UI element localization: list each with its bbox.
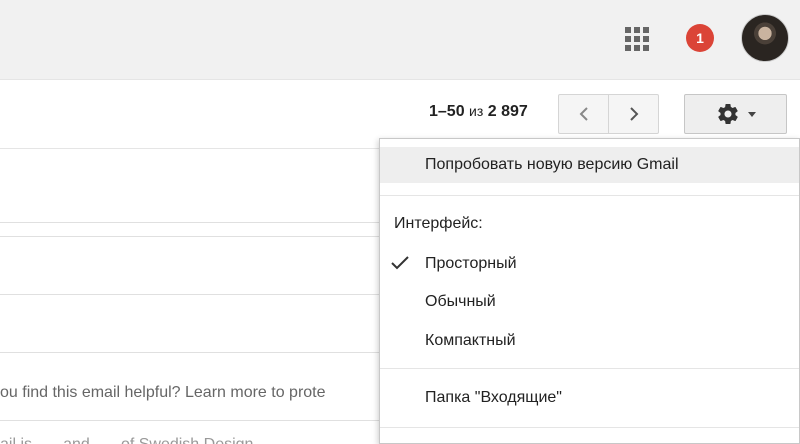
list-divider bbox=[0, 294, 380, 295]
menu-divider bbox=[380, 195, 799, 196]
list-divider bbox=[0, 420, 380, 421]
chevron-right-icon bbox=[629, 107, 638, 121]
chevron-left-icon bbox=[579, 107, 588, 121]
newer-button[interactable] bbox=[558, 94, 609, 134]
inbox-folder-item[interactable]: Папка "Входящие" bbox=[380, 386, 799, 410]
list-divider bbox=[0, 222, 380, 223]
pager-total: 2 897 bbox=[487, 103, 528, 120]
chevron-down-icon bbox=[747, 111, 756, 117]
email-snippet[interactable]: ail is...... and...... of Swedish Design… bbox=[0, 436, 380, 444]
list-divider bbox=[0, 236, 380, 237]
pager-range: 1–50 bbox=[429, 103, 465, 120]
interface-label: Интерфейс: bbox=[394, 215, 483, 232]
pager-info: 1–50 из 2 897 bbox=[429, 103, 528, 121]
gear-icon bbox=[717, 104, 738, 125]
list-divider bbox=[0, 352, 380, 353]
density-normal-item[interactable]: Обычный bbox=[380, 290, 799, 314]
top-bar: 1 bbox=[0, 0, 800, 80]
avatar[interactable] bbox=[741, 14, 789, 62]
menu-divider bbox=[380, 368, 799, 369]
email-snippet[interactable]: ou find this email helpful? Learn more t… bbox=[0, 384, 380, 402]
try-new-gmail-item[interactable]: Попробовать новую версию Gmail bbox=[380, 147, 799, 183]
density-spacious-item[interactable]: Просторный bbox=[380, 252, 799, 276]
apps-grid-icon[interactable] bbox=[624, 26, 649, 51]
pager-of: из bbox=[469, 103, 484, 119]
settings-button[interactable] bbox=[684, 94, 787, 134]
older-button[interactable] bbox=[608, 94, 659, 134]
settings-menu: Попробовать новую версию Gmail Интерфейс… bbox=[379, 138, 800, 444]
menu-divider bbox=[380, 427, 799, 428]
density-compact-item[interactable]: Компактный bbox=[380, 329, 799, 353]
notification-badge[interactable]: 1 bbox=[686, 24, 714, 52]
